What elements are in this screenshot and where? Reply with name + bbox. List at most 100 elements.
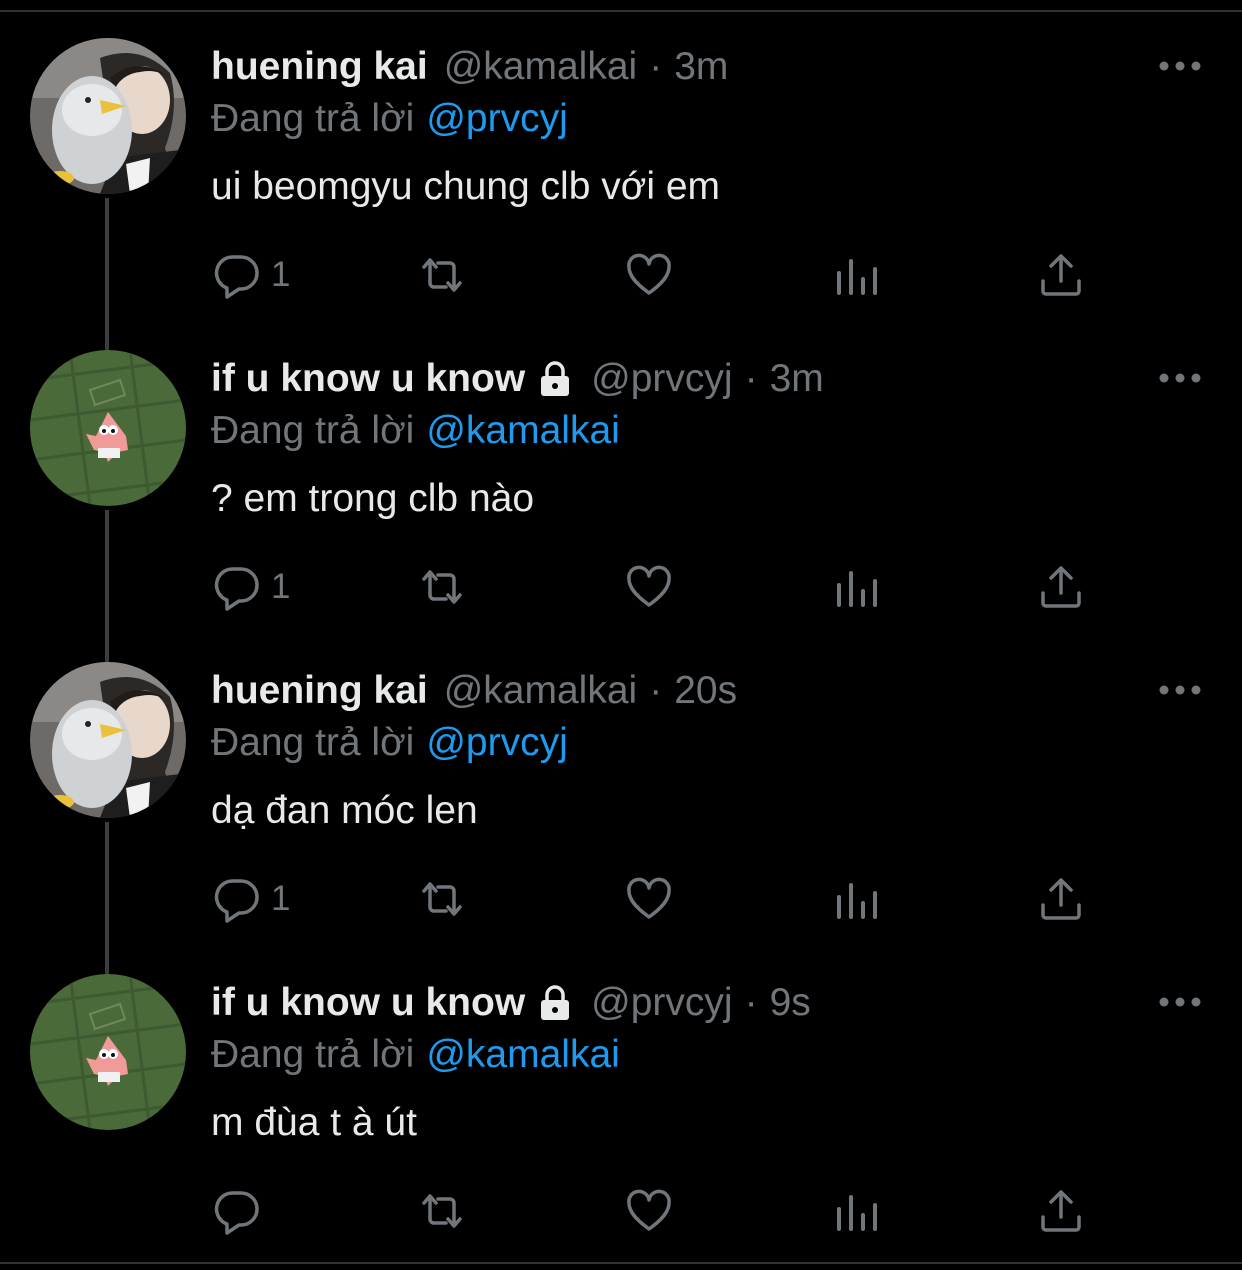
display-name[interactable]: if u know u know (211, 354, 525, 404)
more-icon[interactable] (1158, 994, 1202, 1010)
tweet-actions: 1 (0, 250, 1242, 300)
tweet-header: if u know u know @prvcyj · 9s (211, 978, 811, 1028)
analytics-icon (837, 259, 877, 295)
analytics-icon (837, 571, 877, 607)
heart-icon (627, 253, 671, 295)
share-icon (1041, 878, 1081, 920)
tweet-header: huening kai @kamalkai · 20s (211, 666, 737, 716)
tweet-text: dạ đan móc len (211, 789, 478, 832)
analytics-icon (837, 883, 877, 919)
more-icon[interactable] (1158, 370, 1202, 386)
display-name[interactable]: if u know u know (211, 978, 525, 1028)
replying-to-handle[interactable]: @kamalkai (426, 409, 619, 452)
retweet-button[interactable] (418, 250, 466, 300)
tweet-header: if u know u know @prvcyj · 3m (211, 354, 824, 404)
lock-icon (541, 361, 570, 396)
tweet-actions (0, 1186, 1242, 1236)
separator-dot: · (744, 357, 758, 400)
analytics-button[interactable] (833, 250, 881, 300)
separator-dot: · (649, 669, 663, 712)
reply-icon (214, 567, 259, 611)
timestamp[interactable]: 20s (674, 666, 737, 716)
tweet-actions: 1 (0, 562, 1242, 612)
avatar-photo-penguin (30, 662, 186, 818)
user-handle[interactable]: @prvcyj (591, 978, 732, 1028)
analytics-button[interactable] (833, 1186, 881, 1236)
like-button[interactable] (625, 250, 673, 300)
separator-dot: · (744, 981, 758, 1024)
more-icon[interactable] (1158, 682, 1202, 698)
retweet-button[interactable] (418, 874, 466, 924)
reply-thread: huening kai @kamalkai · 3m Đang trả lời @… (0, 0, 1242, 1270)
share-icon (1041, 1190, 1081, 1232)
avatar[interactable] (30, 974, 186, 1130)
tweet-header: huening kai @kamalkai · 3m (211, 42, 728, 92)
retweet-icon (422, 1194, 462, 1228)
replying-to: Đang trả lời @prvcyj (211, 718, 568, 768)
replying-to-handle[interactable]: @kamalkai (426, 1033, 619, 1076)
share-icon (1041, 254, 1081, 296)
analytics-button[interactable] (833, 874, 881, 924)
share-button[interactable] (1037, 250, 1085, 300)
display-name[interactable]: huening kai (211, 42, 428, 92)
reply-count: 1 (271, 879, 291, 918)
tweet-actions: 1 (0, 874, 1242, 924)
tweet[interactable]: huening kai @kamalkai · 3m Đang trả lời @… (0, 38, 1242, 350)
tweet-text: m đùa t à út (211, 1101, 417, 1144)
replying-to: Đang trả lời @kamalkai (211, 406, 620, 456)
analytics-icon (837, 1195, 877, 1231)
tweet-text: ui beomgyu chung clb với em (211, 165, 720, 208)
heart-icon (627, 877, 671, 919)
separator-dot: · (649, 45, 663, 88)
reply-button[interactable] (213, 1186, 271, 1236)
share-button[interactable] (1037, 1186, 1085, 1236)
retweet-icon (422, 570, 462, 604)
replying-to-handle[interactable]: @prvcyj (426, 721, 567, 764)
user-handle[interactable]: @prvcyj (591, 354, 732, 404)
share-button[interactable] (1037, 562, 1085, 612)
lock-icon (541, 985, 570, 1020)
reply-button[interactable]: 1 (213, 874, 290, 924)
avatar-photo-penguin (30, 38, 186, 194)
replying-to: Đang trả lời @kamalkai (211, 1030, 620, 1080)
user-handle[interactable]: @kamalkai (444, 42, 637, 92)
like-button[interactable] (625, 562, 673, 612)
analytics-button[interactable] (833, 562, 881, 612)
more-icon[interactable] (1158, 58, 1202, 74)
like-button[interactable] (625, 1186, 673, 1236)
timestamp[interactable]: 9s (770, 978, 811, 1028)
tweet[interactable]: huening kai @kamalkai · 20s Đang trả lời… (0, 662, 1242, 974)
avatar[interactable] (30, 662, 186, 818)
heart-icon (627, 1189, 671, 1231)
avatar[interactable] (30, 350, 186, 506)
replying-to-label: Đang trả lời (211, 409, 415, 452)
avatar[interactable] (30, 38, 186, 194)
reply-icon (214, 879, 259, 923)
replying-to: Đang trả lời @prvcyj (211, 94, 568, 144)
reply-count: 1 (271, 567, 291, 606)
replying-to-handle[interactable]: @prvcyj (426, 97, 567, 140)
tweet[interactable]: if u know u know @prvcyj · 3m Đang trả l… (0, 350, 1242, 662)
reply-button[interactable]: 1 (213, 562, 290, 612)
retweet-icon (422, 258, 462, 292)
like-button[interactable] (625, 874, 673, 924)
timestamp[interactable]: 3m (770, 354, 824, 404)
display-name[interactable]: huening kai (211, 666, 428, 716)
retweet-button[interactable] (418, 1186, 466, 1236)
user-handle[interactable]: @kamalkai (444, 666, 637, 716)
replying-to-label: Đang trả lời (211, 1033, 415, 1076)
tweet[interactable]: if u know u know @prvcyj · 9s Đang trả l… (0, 974, 1242, 1270)
heart-icon (627, 565, 671, 607)
avatar-patrick-on-grass (30, 350, 186, 506)
reply-count: 1 (271, 255, 291, 294)
retweet-button[interactable] (418, 562, 466, 612)
bottom-divider (0, 1262, 1242, 1264)
replying-to-label: Đang trả lời (211, 97, 415, 140)
share-button[interactable] (1037, 874, 1085, 924)
reply-button[interactable]: 1 (213, 250, 290, 300)
reply-icon (214, 255, 259, 299)
retweet-icon (422, 882, 462, 916)
timestamp[interactable]: 3m (674, 42, 728, 92)
share-icon (1041, 566, 1081, 608)
replying-to-label: Đang trả lời (211, 721, 415, 764)
